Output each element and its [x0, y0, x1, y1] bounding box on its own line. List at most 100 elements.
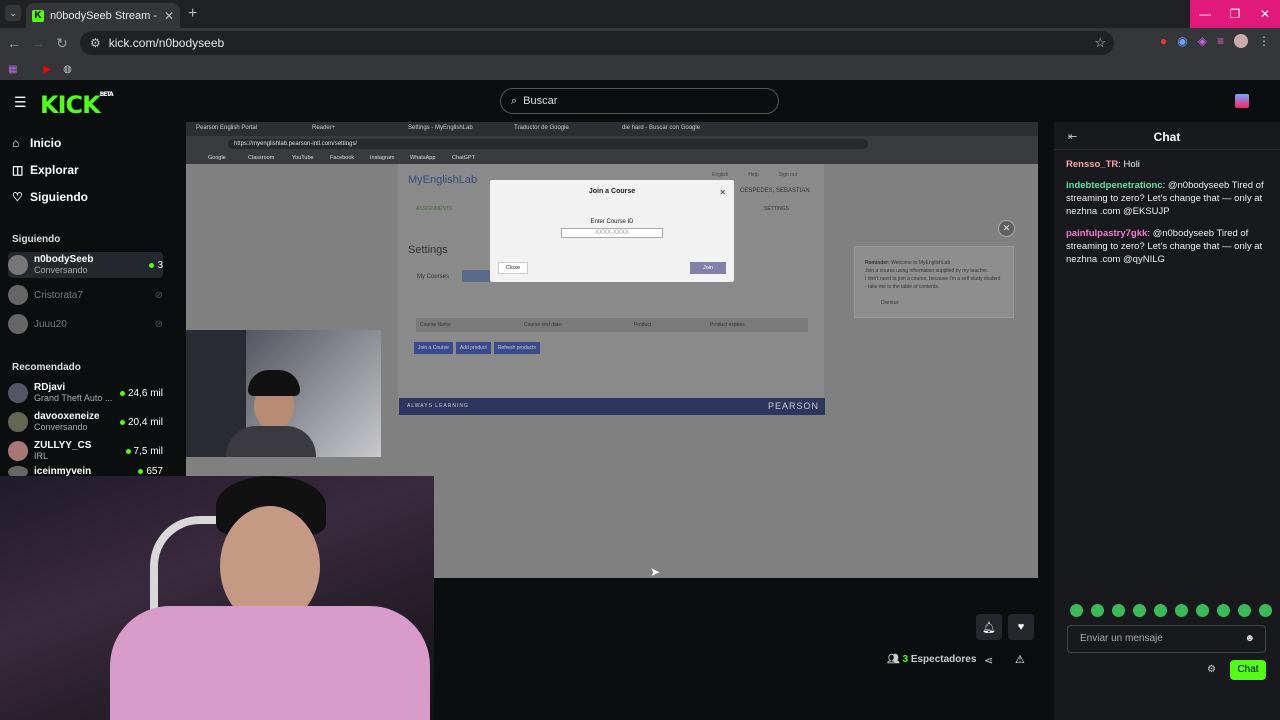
viewer-count: 3	[157, 259, 163, 271]
chat-message: Rensso_TR: Holi	[1066, 159, 1140, 170]
nav-label: Siguiendo	[30, 190, 88, 204]
youtube-bookmark-icon[interactable]: ▶	[43, 64, 51, 75]
chat-input[interactable]: Enviar un mensaje ☻	[1067, 625, 1266, 653]
new-tab-icon[interactable]: +	[188, 5, 197, 23]
extensions-puzzle-icon[interactable]: ◈	[1198, 34, 1207, 48]
reload-icon[interactable]: ↻	[50, 35, 74, 52]
site-info-icon[interactable]: ⚙	[90, 36, 101, 50]
streamer-hoodie	[110, 606, 430, 720]
captured-bookmark: Instagram	[370, 155, 395, 161]
report-warning-icon[interactable]: ⚠	[1015, 653, 1025, 666]
following-channel[interactable]: Cristorata7 ⊘	[8, 282, 163, 308]
hamburger-menu-icon[interactable]: ☰	[14, 94, 27, 111]
join-course-modal: Join a Course ✕ Enter Course ID XXXX-XXX…	[490, 180, 734, 282]
share-icon[interactable]: ⋖	[984, 654, 993, 667]
emote-icon[interactable]	[1112, 604, 1125, 617]
url-text: kick.com/n0bodyseeb	[108, 36, 225, 50]
globe-bookmark-icon[interactable]: ◍	[63, 64, 72, 75]
reading-list-icon[interactable]: ≡	[1217, 34, 1224, 48]
back-icon[interactable]: ←	[2, 35, 26, 51]
chat-send-button[interactable]: Chat	[1230, 660, 1266, 680]
chat-panel: ⇤ Chat Rensso_TR: Holi indebtedpenetrati…	[1054, 122, 1280, 720]
bookmark-star-icon[interactable]: ☆	[1094, 35, 1106, 51]
chat-username[interactable]: indebtedpenetrationc	[1066, 180, 1163, 191]
emote-icon[interactable]	[1217, 604, 1230, 617]
search-input[interactable]: ⌕ Buscar	[500, 88, 779, 114]
following-channel[interactable]: n0bodySeeb Conversando 3	[8, 252, 163, 278]
minimize-icon[interactable]: —	[1190, 0, 1220, 28]
avatar	[8, 412, 28, 432]
captured-tab: Pearson English Portal	[196, 125, 258, 131]
emote-icon[interactable]	[1091, 604, 1104, 617]
tab-title: n0bodySeeb Stream - Watch Li	[50, 9, 160, 22]
mouse-cursor-icon: ➤	[650, 565, 661, 579]
channel-category: Conversando	[34, 265, 88, 275]
channel-name: Cristorata7	[34, 289, 83, 301]
reminder-title: Reminder:	[865, 260, 890, 266]
table-header: Course Name	[420, 322, 451, 328]
avatar	[8, 383, 28, 403]
captured-url-row: https://myenglishlab.pearson-intl.com/se…	[186, 136, 1038, 152]
extension-red-icon[interactable]: ●	[1160, 34, 1167, 48]
captured-tab: Traductor de Google	[514, 125, 569, 131]
recommended-channel[interactable]: davooxeneize Conversando 20,4 mil	[8, 409, 163, 435]
modal-join-button: Join	[690, 262, 726, 274]
kick-logo[interactable]: KICKBETA	[40, 91, 114, 119]
captured-tab-bar: Pearson English Portal Reader+ Settings …	[186, 122, 1038, 136]
following-section-title: Siguiendo	[12, 234, 61, 245]
viewer-count-display: 👥︎ 3 Espectadores	[887, 654, 976, 665]
join-course-button: Join a Course	[414, 342, 453, 354]
top-link: English	[712, 172, 729, 178]
chat-header: ⇤ Chat	[1054, 122, 1280, 150]
emote-icon[interactable]	[1175, 604, 1188, 617]
emote-icon[interactable]	[1238, 604, 1251, 617]
channel-name: RDjavi	[34, 382, 66, 393]
settings-title: Settings	[408, 244, 448, 256]
url-field[interactable]: ⚙ kick.com/n0bodyseeb ☆	[80, 31, 1114, 55]
follow-heart-icon[interactable]: ♥	[1008, 614, 1034, 640]
browser-tab[interactable]: K n0bodySeeb Stream - Watch Li ✕	[26, 3, 180, 28]
forward-icon[interactable]: →	[26, 35, 50, 51]
emote-icon[interactable]	[1259, 604, 1272, 617]
user-avatar[interactable]	[1235, 94, 1249, 108]
chat-username[interactable]: painfulpastry7gkk	[1066, 228, 1147, 239]
nav-label: Explorar	[30, 163, 79, 177]
reminder-close-icon: ✕	[998, 220, 1015, 237]
emote-icon[interactable]	[1196, 604, 1209, 617]
channel-name: n0bodySeeb	[34, 254, 94, 265]
viewer-count: 7,5 mil	[133, 445, 163, 457]
maximize-icon[interactable]: ❐	[1220, 0, 1250, 28]
viewer-count: 24,6 mil	[127, 387, 163, 399]
emote-icon[interactable]	[1133, 604, 1146, 617]
recommended-channel[interactable]: ZULLYY_CS IRL 7,5 mil	[8, 438, 163, 464]
table-header: Product	[634, 322, 652, 328]
captured-url: https://myenglishlab.pearson-intl.com/se…	[228, 139, 868, 149]
chat-settings-gear-icon[interactable]: ⚙	[1207, 664, 1216, 675]
offline-icon: ⊘	[154, 289, 163, 301]
close-window-icon[interactable]: ✕	[1250, 0, 1280, 28]
channel-category: IRL	[34, 451, 49, 461]
chat-input-placeholder: Enviar un mensaje	[1080, 633, 1163, 644]
following-channel[interactable]: Juuu20 ⊘	[8, 311, 163, 337]
refresh-products-button: Refresh products	[493, 342, 540, 354]
profile-avatar[interactable]	[1234, 34, 1248, 48]
emoji-picker-icon[interactable]: ☻	[1244, 626, 1255, 652]
nav-siguiendo[interactable]: ♡ Siguiendo	[12, 190, 88, 204]
emote-bar	[1070, 604, 1272, 617]
emote-icon[interactable]	[1070, 604, 1083, 617]
nav-inicio[interactable]: ⌂ Inicio	[12, 136, 61, 150]
chat-title: Chat	[1153, 130, 1181, 144]
channel-category: Grand Theft Auto ...	[34, 393, 113, 403]
captured-bookmark: Classroom	[248, 155, 275, 161]
notification-bell-icon[interactable]: 🔔︎	[976, 614, 1002, 640]
modal-close-button: Close	[498, 262, 528, 274]
recommended-channel[interactable]: RDjavi Grand Theft Auto ... 24,6 mil	[8, 380, 163, 406]
apps-grid-icon[interactable]: ▦	[8, 64, 17, 75]
chat-username[interactable]: Rensso_TR	[1066, 159, 1118, 170]
tab-search-icon[interactable]: ⌄	[5, 5, 21, 21]
extension-audio-icon[interactable]: ◉	[1177, 34, 1187, 48]
close-tab-icon[interactable]: ✕	[164, 9, 174, 23]
menu-dots-icon[interactable]: ⋮	[1258, 34, 1270, 48]
nav-explorar[interactable]: ◫ Explorar	[12, 163, 79, 177]
emote-icon[interactable]	[1154, 604, 1167, 617]
